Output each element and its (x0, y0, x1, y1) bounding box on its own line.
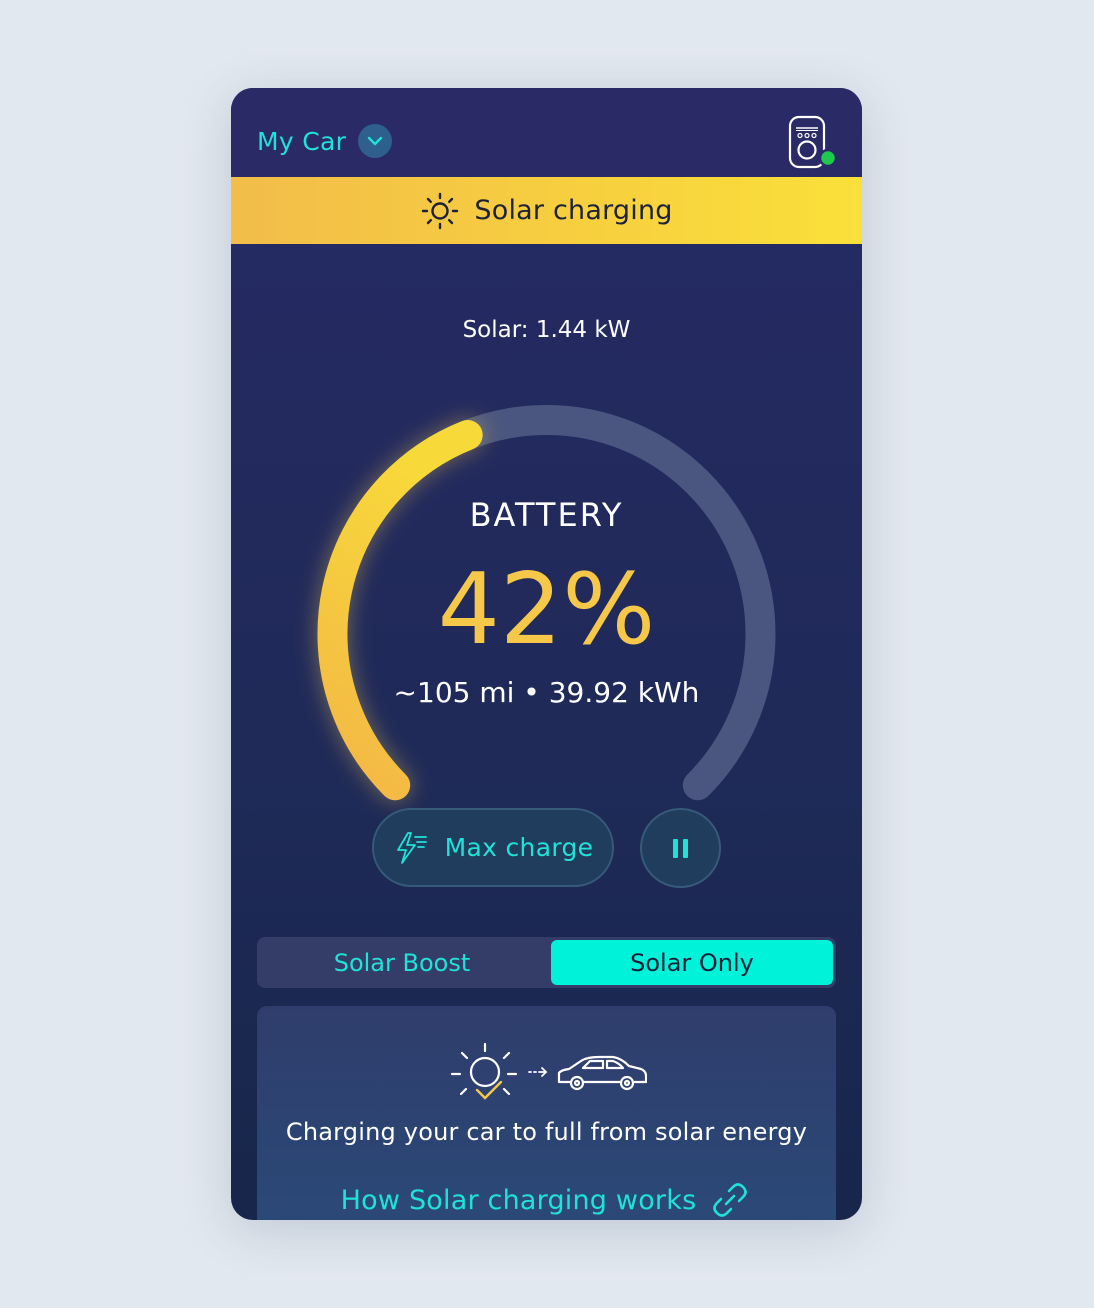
solar-charging-banner: Solar charging (231, 177, 862, 244)
link-icon (713, 1183, 748, 1217)
charge-mode-toggle: Solar Boost Solar Only (257, 937, 836, 988)
lightning-icon (396, 831, 427, 864)
banner-text: Solar charging (474, 195, 673, 226)
battery-range-energy: ~105 mi • 39.92 kWh (393, 676, 700, 709)
solar-info-card: Charging your car to full from solar ene… (257, 1006, 836, 1220)
how-solar-works-link-text: How Solar charging works (340, 1184, 697, 1216)
how-solar-works-link[interactable]: How Solar charging works (257, 1178, 836, 1220)
chevron-down-icon (358, 124, 393, 158)
sun-check-icon (450, 1042, 518, 1100)
info-description: Charging your car to full from solar ene… (285, 1118, 808, 1146)
sun-icon (422, 192, 459, 229)
battery-percent: 42% (437, 553, 656, 667)
mode-solar-boost[interactable]: Solar Boost (257, 937, 547, 988)
car-icon (557, 1055, 647, 1091)
solar-power-readout: Solar: 1.44 kW (462, 317, 631, 343)
car-name: My Car (257, 126, 347, 156)
max-charge-button[interactable]: Max charge (372, 808, 614, 887)
max-charge-label: Max charge (444, 833, 594, 862)
solar-to-car-illustration (450, 1042, 647, 1100)
pause-button[interactable] (640, 808, 721, 888)
charger-status-dot (818, 148, 838, 168)
top-bar: My Car (231, 88, 862, 177)
car-selector[interactable]: My Car (257, 124, 393, 158)
ev-charger-icon[interactable] (787, 114, 839, 172)
pause-icon (671, 838, 691, 858)
battery-label: BATTERY (469, 496, 624, 534)
arrow-right-icon (528, 1067, 548, 1077)
phone-screen: My Car Solar charging Solar: 1.44 kW BAT… (231, 88, 862, 1220)
mode-solar-only[interactable]: Solar Only (551, 940, 833, 985)
